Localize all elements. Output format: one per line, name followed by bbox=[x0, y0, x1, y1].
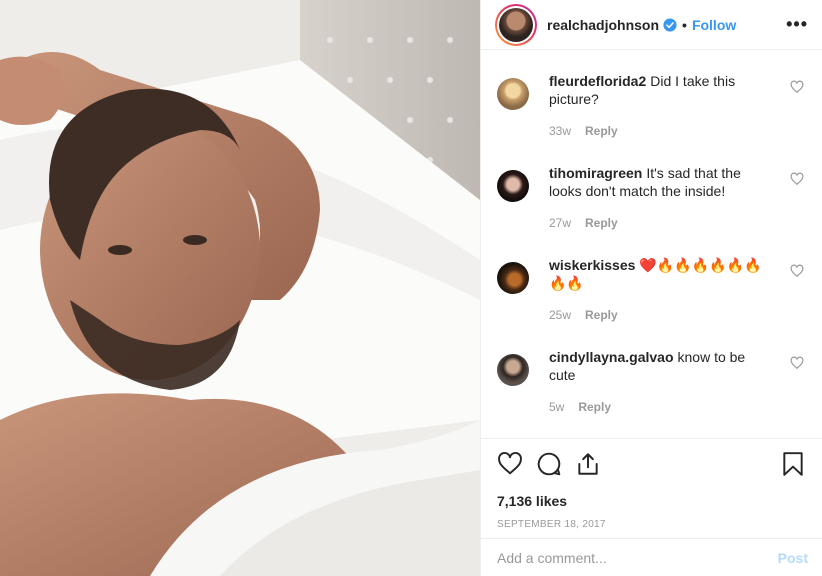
avatar-image bbox=[499, 7, 533, 42]
author-avatar[interactable] bbox=[495, 3, 537, 46]
post-photo[interactable] bbox=[0, 0, 480, 576]
comment-meta: 27w Reply bbox=[549, 214, 765, 232]
comment-age: 5w bbox=[549, 400, 565, 414]
commenter-avatar[interactable] bbox=[497, 170, 529, 202]
comment-item: tihomiragreen It's sad that the looks don… bbox=[497, 152, 808, 244]
comment-age: 33w bbox=[549, 124, 572, 138]
comment-age: 25w bbox=[549, 308, 572, 322]
photo-illustration bbox=[0, 0, 480, 576]
like-comment-heart-icon[interactable] bbox=[790, 80, 804, 94]
action-icons bbox=[497, 451, 806, 477]
reply-button[interactable]: Reply bbox=[585, 124, 618, 138]
reply-button[interactable]: Reply bbox=[585, 308, 618, 322]
add-comment-input[interactable] bbox=[497, 549, 778, 566]
commenter-username[interactable]: tihomiragreen bbox=[549, 165, 642, 181]
comment-bubble-icon[interactable] bbox=[536, 451, 562, 477]
avatar-frame bbox=[497, 5, 535, 44]
like-heart-icon[interactable] bbox=[497, 451, 523, 477]
commenter-avatar[interactable] bbox=[497, 354, 529, 386]
like-comment-heart-icon[interactable] bbox=[790, 356, 804, 370]
reply-button[interactable]: Reply bbox=[585, 216, 618, 230]
more-options-button[interactable]: ••• bbox=[786, 14, 808, 35]
comment-item: cindyllayna.galvao know to be cute 5w Repl… bbox=[497, 336, 808, 428]
commenter-avatar[interactable] bbox=[497, 262, 529, 294]
add-comment-bar: Post bbox=[481, 538, 822, 576]
like-comment-heart-icon[interactable] bbox=[790, 172, 804, 186]
post-comment-button[interactable]: Post bbox=[778, 550, 808, 566]
comments-list[interactable]: fleurdeflorida2 Did I take this picture? … bbox=[481, 50, 822, 436]
likes-count[interactable]: 7,136 likes bbox=[497, 493, 806, 509]
comment-meta: 5w Reply bbox=[549, 398, 765, 416]
verified-badge-icon bbox=[663, 17, 677, 32]
comment-body: cindyllayna.galvao know to be cute 5w Repl… bbox=[549, 348, 765, 428]
comment-age: 27w bbox=[549, 216, 572, 230]
comment-body: tihomiragreen It's sad that the looks don… bbox=[549, 164, 765, 244]
post-date: SEPTEMBER 18, 2017 bbox=[497, 519, 606, 530]
comment-item: wiskerkisses ❤️🔥🔥🔥🔥🔥🔥🔥🔥 25w Reply bbox=[497, 244, 808, 336]
post-sidebar: realchadjohnson • Follow ••• fleurdeflor… bbox=[480, 0, 822, 576]
comment-item: fleurdeflorida2 Did I take this picture? … bbox=[497, 60, 808, 152]
post-header: realchadjohnson • Follow ••• bbox=[481, 0, 822, 50]
commenter-avatar[interactable] bbox=[497, 78, 529, 110]
comment-body: wiskerkisses ❤️🔥🔥🔥🔥🔥🔥🔥🔥 25w Reply bbox=[549, 256, 765, 336]
comment-meta: 25w Reply bbox=[549, 306, 765, 324]
comment-body: fleurdeflorida2 Did I take this picture? … bbox=[549, 72, 765, 152]
commenter-username[interactable]: cindyllayna.galvao bbox=[549, 349, 674, 365]
post-actions: 7,136 likes SEPTEMBER 18, 2017 bbox=[481, 438, 822, 530]
comment-meta: 33w Reply bbox=[549, 122, 765, 140]
reply-button[interactable]: Reply bbox=[578, 400, 611, 414]
follow-button[interactable]: Follow bbox=[692, 17, 736, 33]
share-upload-icon[interactable] bbox=[575, 451, 601, 477]
bookmark-save-icon[interactable] bbox=[780, 451, 806, 477]
commenter-username[interactable]: fleurdeflorida2 bbox=[549, 73, 646, 89]
instagram-post: realchadjohnson • Follow ••• fleurdeflor… bbox=[0, 0, 822, 576]
like-comment-heart-icon[interactable] bbox=[790, 264, 804, 278]
commenter-username[interactable]: wiskerkisses bbox=[549, 257, 635, 273]
header-separator: • bbox=[682, 16, 687, 33]
author-username[interactable]: realchadjohnson bbox=[547, 17, 659, 33]
